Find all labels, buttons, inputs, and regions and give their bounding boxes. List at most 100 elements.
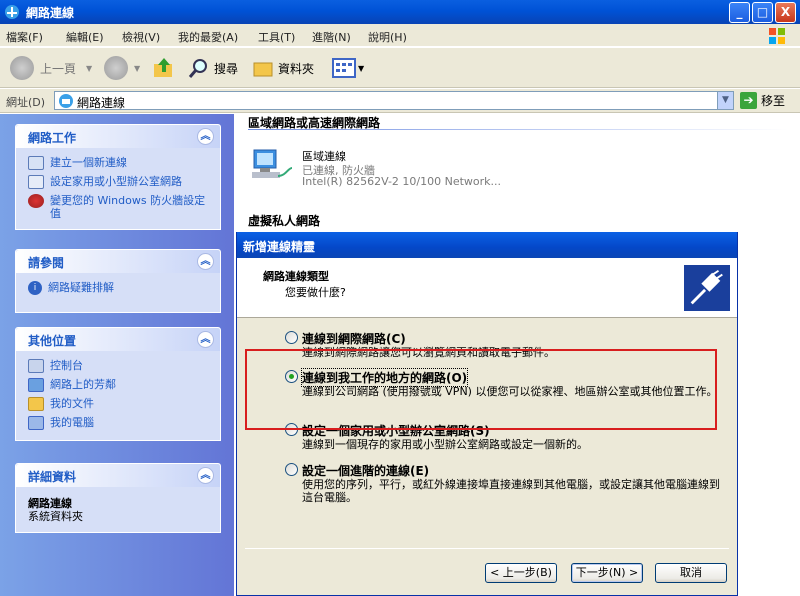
address-dropdown-icon[interactable]: ▼ — [717, 92, 733, 109]
wizard-heading: 網路連線類型 — [263, 270, 329, 283]
new-connection-icon — [28, 156, 44, 170]
network-folder-icon — [5, 5, 19, 19]
folders-icon — [253, 62, 273, 77]
collapse-chevron-icon[interactable]: ︽ — [197, 467, 214, 484]
close-button[interactable]: X — [775, 2, 796, 23]
views-button[interactable]: ▼ — [332, 55, 364, 81]
back-label: 上一頁 — [40, 61, 77, 76]
menu-help[interactable]: 說明(H) — [368, 29, 407, 45]
see-also-panel: 請參閱 ︽ i 網路疑難排解 — [15, 249, 221, 313]
collapse-chevron-icon[interactable]: ︽ — [197, 331, 214, 348]
address-label: 網址(D) — [6, 96, 46, 109]
network-troubleshooter-link[interactable]: i 網路疑難排解 — [28, 281, 210, 295]
search-button[interactable]: 搜尋 — [188, 55, 238, 81]
back-step-button[interactable]: < 上一步(B) — [485, 563, 557, 583]
option-internet-label: 連線到網際網路(C) — [302, 332, 406, 346]
menu-bar: 檔案(F) 編輯(E) 檢視(V) 我的最愛(A) 工具(T) 進階(N) 說明… — [0, 24, 800, 47]
network-cable-icon — [683, 264, 731, 312]
collapse-chevron-icon[interactable]: ︽ — [197, 128, 214, 145]
network-tasks-panel: 網路工作 ︽ 建立一個新連線 設定家用或小型辦公室網路 變更您的 Windows … — [15, 124, 221, 230]
back-button[interactable]: 上一頁 ▼ — [10, 55, 92, 81]
other-places-header[interactable]: 其他位置 ︽ — [16, 328, 220, 351]
address-input[interactable]: 網路連線 ▼ — [54, 91, 734, 110]
place-control-panel-label: 控制台 — [50, 359, 83, 372]
task-new-connection[interactable]: 建立一個新連線 — [28, 156, 210, 170]
place-my-documents-label: 我的文件 — [50, 397, 94, 410]
forward-arrow-icon — [104, 56, 128, 80]
minimize-button[interactable]: _ — [729, 2, 750, 23]
details-panel: 詳細資料 ︽ 網路連線 系統資料夾 — [15, 463, 221, 533]
maximize-button[interactable]: □ — [752, 2, 773, 23]
window-title-bar[interactable]: 網路連線 _ □ X — [0, 0, 800, 24]
details-title: 詳細資料 — [28, 470, 77, 484]
up-folder-button[interactable] — [152, 55, 176, 81]
radio-advanced[interactable] — [285, 463, 298, 476]
back-arrow-icon — [10, 56, 34, 80]
local-area-connection[interactable]: 區域連線 已連線, 防火牆 Intel(R) 82562V-2 10/100 N… — [248, 144, 568, 194]
menu-advanced[interactable]: 進階(N) — [312, 29, 351, 45]
menu-edit[interactable]: 編輯(E) — [66, 29, 104, 45]
network-places-icon — [28, 378, 44, 392]
vpn-section-header: 虛擬私人網路 — [248, 214, 321, 228]
option-advanced-label: 設定一個進階的連線(E) — [302, 464, 430, 478]
lan-connection-icon — [252, 149, 293, 178]
option-home-network-desc: 連線到一個現存的家用或小型辦公室網路或設定一個新的。 — [302, 438, 588, 451]
address-value: 網路連線 — [77, 96, 126, 110]
cancel-button[interactable]: 取消 — [655, 563, 727, 583]
menu-file[interactable]: 檔案(F) — [6, 29, 43, 45]
forward-button[interactable]: ▼ — [104, 55, 140, 81]
wizard-header: 網路連線類型 您要做什麼? — [237, 258, 737, 318]
radio-internet[interactable] — [285, 331, 298, 344]
task-firewall-settings[interactable]: 變更您的 Windows 防火牆設定值 — [28, 194, 210, 220]
details-type: 系統資料夾 — [28, 510, 83, 523]
other-places-title: 其他位置 — [28, 334, 77, 348]
window-title: 網路連線 — [26, 6, 75, 20]
place-network-places-label: 網路上的芳鄰 — [50, 378, 116, 391]
network-tasks-title: 網路工作 — [28, 131, 77, 145]
info-icon: i — [28, 281, 42, 295]
views-icon — [332, 58, 356, 78]
option-advanced-desc: 使用您的序列，平行，或紅外線連接埠直接連線到其他電腦，或設定讓其他電腦連線到這台… — [302, 478, 720, 504]
details-name: 網路連線 — [28, 497, 72, 510]
folders-button[interactable]: 資料夾 — [252, 55, 314, 81]
back-dropdown-icon[interactable]: ▼ — [86, 64, 92, 73]
highlight-annotation-box — [245, 349, 717, 430]
menu-favorites[interactable]: 我的最愛(A) — [178, 29, 238, 45]
task-home-network[interactable]: 設定家用或小型辦公室網路 — [28, 175, 210, 189]
network-tasks-header[interactable]: 網路工作 ︽ — [16, 125, 220, 148]
see-also-header[interactable]: 請參閱 ︽ — [16, 250, 220, 273]
task-firewall-label: 變更您的 Windows 防火牆設定值 — [50, 194, 206, 220]
search-icon — [188, 59, 207, 78]
other-places-panel: 其他位置 ︽ 控制台 網路上的芳鄰 我的文件 我的電腦 — [15, 327, 221, 441]
network-connections-icon — [59, 94, 73, 108]
collapse-chevron-icon[interactable]: ︽ — [197, 253, 214, 270]
go-button[interactable]: ➔ 移至 — [740, 92, 785, 109]
up-folder-icon — [154, 58, 172, 77]
firewall-icon — [28, 194, 44, 208]
wizard-title: 新增連線精靈 — [243, 240, 316, 254]
my-computer-icon — [28, 416, 44, 430]
task-new-connection-label: 建立一個新連線 — [50, 156, 127, 169]
wizard-subheading: 您要做什麼? — [285, 286, 346, 299]
my-documents-icon — [28, 397, 44, 411]
wizard-separator — [245, 548, 729, 549]
control-panel-icon — [28, 359, 44, 373]
place-my-documents[interactable]: 我的文件 — [28, 397, 210, 411]
views-dropdown-icon: ▼ — [358, 63, 365, 73]
menu-tools[interactable]: 工具(T) — [258, 29, 295, 45]
left-task-pane: 網路工作 ︽ 建立一個新連線 設定家用或小型辦公室網路 變更您的 Windows … — [0, 114, 234, 596]
next-step-button[interactable]: 下一步(N) > — [571, 563, 643, 583]
place-my-computer-label: 我的電腦 — [50, 416, 94, 429]
task-home-network-label: 設定家用或小型辦公室網路 — [50, 175, 182, 188]
go-label: 移至 — [761, 94, 786, 108]
address-bar: 網址(D) 網路連線 ▼ ➔ 移至 — [0, 89, 800, 113]
place-network-places[interactable]: 網路上的芳鄰 — [28, 378, 210, 392]
place-control-panel[interactable]: 控制台 — [28, 359, 210, 373]
toolbar: 上一頁 ▼ ▼ 搜尋 資料夾 ▼ — [0, 48, 800, 88]
place-my-computer[interactable]: 我的電腦 — [28, 416, 210, 430]
windows-logo-icon — [769, 28, 785, 44]
forward-dropdown-icon[interactable]: ▼ — [134, 64, 140, 73]
menu-view[interactable]: 檢視(V) — [122, 29, 160, 45]
details-header[interactable]: 詳細資料 ︽ — [16, 464, 220, 487]
wizard-title-bar[interactable]: 新增連線精靈 — [237, 232, 737, 258]
